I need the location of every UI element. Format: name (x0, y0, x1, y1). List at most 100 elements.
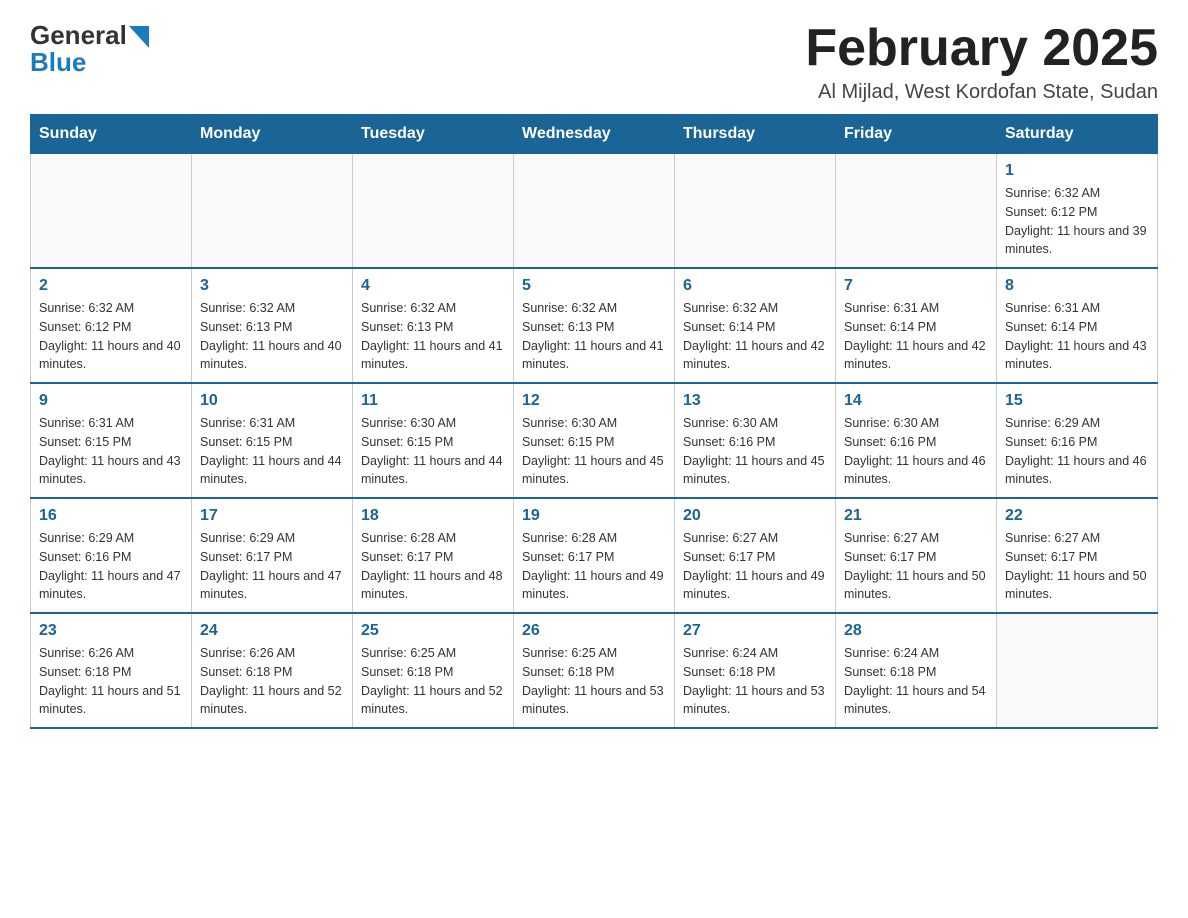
calendar-cell: 28 Sunrise: 6:24 AMSunset: 6:18 PMDayligh… (836, 613, 997, 728)
calendar-body: 1 Sunrise: 6:32 AMSunset: 6:12 PMDaylight… (31, 154, 1158, 729)
day-info: Sunrise: 6:32 AMSunset: 6:12 PMDaylight:… (1005, 184, 1149, 259)
day-number: 22 (1005, 507, 1149, 525)
day-info: Sunrise: 6:27 AMSunset: 6:17 PMDaylight:… (683, 529, 827, 604)
calendar-cell: 5 Sunrise: 6:32 AMSunset: 6:13 PMDaylight… (514, 268, 675, 383)
logo-text-blue: Blue (30, 47, 86, 78)
calendar-cell: 3 Sunrise: 6:32 AMSunset: 6:13 PMDaylight… (192, 268, 353, 383)
day-info: Sunrise: 6:30 AMSunset: 6:16 PMDaylight:… (683, 414, 827, 489)
calendar-cell: 19 Sunrise: 6:28 AMSunset: 6:17 PMDayligh… (514, 498, 675, 613)
header-cell-monday: Monday (192, 115, 353, 154)
calendar-cell (353, 154, 514, 269)
day-number: 28 (844, 622, 988, 640)
logo-arrow-icon (129, 26, 149, 48)
day-number: 4 (361, 277, 505, 295)
day-info: Sunrise: 6:26 AMSunset: 6:18 PMDaylight:… (200, 644, 344, 719)
header-row: SundayMondayTuesdayWednesdayThursdayFrid… (31, 115, 1158, 154)
calendar-week-5: 23 Sunrise: 6:26 AMSunset: 6:18 PMDayligh… (31, 613, 1158, 728)
day-info: Sunrise: 6:27 AMSunset: 6:17 PMDaylight:… (1005, 529, 1149, 604)
calendar-cell: 18 Sunrise: 6:28 AMSunset: 6:17 PMDayligh… (353, 498, 514, 613)
day-number: 10 (200, 392, 344, 410)
calendar-cell: 12Sunrise: 6:30 AMSunset: 6:15 PMDayligh… (514, 383, 675, 498)
day-info: Sunrise: 6:32 AMSunset: 6:13 PMDaylight:… (200, 299, 344, 374)
calendar-cell: 7 Sunrise: 6:31 AMSunset: 6:14 PMDaylight… (836, 268, 997, 383)
header-cell-wednesday: Wednesday (514, 115, 675, 154)
day-info: Sunrise: 6:32 AMSunset: 6:14 PMDaylight:… (683, 299, 827, 374)
header-cell-saturday: Saturday (997, 115, 1158, 154)
calendar-week-1: 1 Sunrise: 6:32 AMSunset: 6:12 PMDaylight… (31, 154, 1158, 269)
calendar-cell: 16 Sunrise: 6:29 AMSunset: 6:16 PMDayligh… (31, 498, 192, 613)
calendar-cell: 15 Sunrise: 6:29 AMSunset: 6:16 PMDayligh… (997, 383, 1158, 498)
calendar-cell (192, 154, 353, 269)
calendar-cell: 10Sunrise: 6:31 AMSunset: 6:15 PMDayligh… (192, 383, 353, 498)
day-number: 20 (683, 507, 827, 525)
day-number: 11 (361, 392, 505, 410)
day-number: 8 (1005, 277, 1149, 295)
calendar-cell: 2 Sunrise: 6:32 AMSunset: 6:12 PMDaylight… (31, 268, 192, 383)
day-number: 24 (200, 622, 344, 640)
calendar-cell: 4 Sunrise: 6:32 AMSunset: 6:13 PMDaylight… (353, 268, 514, 383)
month-title: February 2025 (805, 20, 1158, 77)
day-number: 25 (361, 622, 505, 640)
calendar-cell: 17Sunrise: 6:29 AMSunset: 6:17 PMDayligh… (192, 498, 353, 613)
header-cell-sunday: Sunday (31, 115, 192, 154)
day-info: Sunrise: 6:32 AMSunset: 6:13 PMDaylight:… (361, 299, 505, 374)
calendar-cell (31, 154, 192, 269)
day-number: 2 (39, 277, 183, 295)
day-info: Sunrise: 6:28 AMSunset: 6:17 PMDaylight:… (361, 529, 505, 604)
day-number: 3 (200, 277, 344, 295)
calendar-cell: 6 Sunrise: 6:32 AMSunset: 6:14 PMDaylight… (675, 268, 836, 383)
day-number: 9 (39, 392, 183, 410)
calendar-cell: 1 Sunrise: 6:32 AMSunset: 6:12 PMDaylight… (997, 154, 1158, 269)
header-cell-thursday: Thursday (675, 115, 836, 154)
page-header: General Blue February 2025 Al Mijlad, We… (30, 20, 1158, 104)
calendar-cell: 22 Sunrise: 6:27 AMSunset: 6:17 PMDayligh… (997, 498, 1158, 613)
calendar-cell: 24 Sunrise: 6:26 AMSunset: 6:18 PMDayligh… (192, 613, 353, 728)
day-info: Sunrise: 6:26 AMSunset: 6:18 PMDaylight:… (39, 644, 183, 719)
day-info: Sunrise: 6:31 AMSunset: 6:14 PMDaylight:… (844, 299, 988, 374)
day-number: 23 (39, 622, 183, 640)
calendar-cell (836, 154, 997, 269)
calendar-week-3: 9 Sunrise: 6:31 AMSunset: 6:15 PMDaylight… (31, 383, 1158, 498)
day-number: 16 (39, 507, 183, 525)
calendar-cell (514, 154, 675, 269)
day-number: 18 (361, 507, 505, 525)
day-info: Sunrise: 6:31 AMSunset: 6:15 PMDaylight:… (39, 414, 183, 489)
day-number: 5 (522, 277, 666, 295)
calendar-cell: 8 Sunrise: 6:31 AMSunset: 6:14 PMDaylight… (997, 268, 1158, 383)
day-number: 14 (844, 392, 988, 410)
calendar-week-4: 16 Sunrise: 6:29 AMSunset: 6:16 PMDayligh… (31, 498, 1158, 613)
day-info: Sunrise: 6:28 AMSunset: 6:17 PMDaylight:… (522, 529, 666, 604)
calendar-cell: 23 Sunrise: 6:26 AMSunset: 6:18 PMDayligh… (31, 613, 192, 728)
day-info: Sunrise: 6:24 AMSunset: 6:18 PMDaylight:… (844, 644, 988, 719)
day-number: 27 (683, 622, 827, 640)
day-info: Sunrise: 6:32 AMSunset: 6:12 PMDaylight:… (39, 299, 183, 374)
calendar-cell: 25Sunrise: 6:25 AMSunset: 6:18 PMDayligh… (353, 613, 514, 728)
day-info: Sunrise: 6:30 AMSunset: 6:15 PMDaylight:… (361, 414, 505, 489)
day-info: Sunrise: 6:29 AMSunset: 6:16 PMDaylight:… (1005, 414, 1149, 489)
day-number: 1 (1005, 162, 1149, 180)
day-info: Sunrise: 6:30 AMSunset: 6:15 PMDaylight:… (522, 414, 666, 489)
day-number: 21 (844, 507, 988, 525)
day-info: Sunrise: 6:29 AMSunset: 6:16 PMDaylight:… (39, 529, 183, 604)
day-number: 13 (683, 392, 827, 410)
logo: General Blue (30, 20, 149, 78)
day-number: 26 (522, 622, 666, 640)
day-number: 7 (844, 277, 988, 295)
title-section: February 2025 Al Mijlad, West Kordofan S… (805, 20, 1158, 104)
header-cell-friday: Friday (836, 115, 997, 154)
day-info: Sunrise: 6:31 AMSunset: 6:14 PMDaylight:… (1005, 299, 1149, 374)
day-number: 19 (522, 507, 666, 525)
day-info: Sunrise: 6:24 AMSunset: 6:18 PMDaylight:… (683, 644, 827, 719)
calendar-cell: 27 Sunrise: 6:24 AMSunset: 6:18 PMDayligh… (675, 613, 836, 728)
calendar-cell (997, 613, 1158, 728)
header-cell-tuesday: Tuesday (353, 115, 514, 154)
calendar-header: SundayMondayTuesdayWednesdayThursdayFrid… (31, 115, 1158, 154)
calendar-cell: 9 Sunrise: 6:31 AMSunset: 6:15 PMDaylight… (31, 383, 192, 498)
calendar-cell: 11 Sunrise: 6:30 AMSunset: 6:15 PMDayligh… (353, 383, 514, 498)
day-number: 6 (683, 277, 827, 295)
day-number: 15 (1005, 392, 1149, 410)
day-info: Sunrise: 6:25 AMSunset: 6:18 PMDaylight:… (522, 644, 666, 719)
day-info: Sunrise: 6:30 AMSunset: 6:16 PMDaylight:… (844, 414, 988, 489)
calendar-cell: 21Sunrise: 6:27 AMSunset: 6:17 PMDayligh… (836, 498, 997, 613)
day-info: Sunrise: 6:32 AMSunset: 6:13 PMDaylight:… (522, 299, 666, 374)
